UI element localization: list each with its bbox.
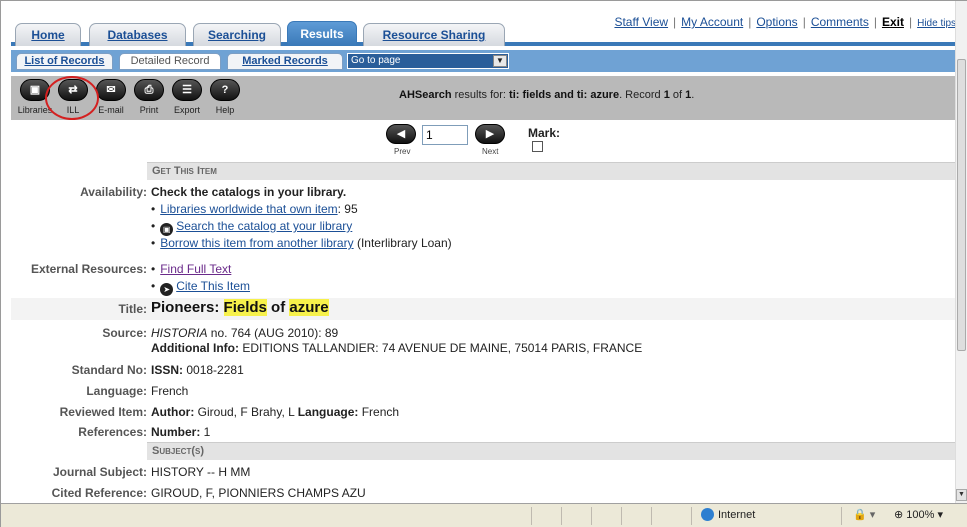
subtab-marked-records[interactable]: Marked Records: [227, 53, 343, 70]
results-summary: AHSearch results for: ti: fields and ti:…: [399, 89, 695, 101]
cite-item-link[interactable]: Cite This Item: [176, 279, 250, 293]
comments-link[interactable]: Comments: [811, 15, 869, 29]
zoom-icon: ⊕: [894, 509, 904, 521]
top-links: Staff View | My Account | Options | Comments | E…: [614, 15, 956, 29]
export-icon: ☰: [172, 79, 202, 101]
tab-searching[interactable]: Searching: [193, 23, 281, 46]
title-row: Title: Pioneers: Fields of azure: [11, 298, 955, 320]
security-zone: Internet: [701, 508, 755, 521]
sub-nav-bar: List of Records Detailed Record Marked R…: [11, 50, 955, 72]
prev-button[interactable]: ◀: [386, 124, 416, 144]
mark-checkbox[interactable]: [532, 141, 543, 152]
mark-record: Mark:: [528, 126, 560, 154]
subjects-heading: Subject(s): [147, 442, 955, 460]
tab-resource-sharing[interactable]: Resource Sharing: [363, 23, 505, 46]
libraries-worldwide-link[interactable]: Libraries worldwide that own item: [160, 202, 337, 216]
chevron-down-icon: ▼: [493, 55, 507, 67]
tab-databases[interactable]: Databases: [89, 23, 186, 46]
help-icon: ?: [210, 79, 240, 101]
arrow-right-icon: ➤: [160, 283, 174, 296]
my-account-link[interactable]: My Account: [681, 15, 743, 29]
go-to-page-value: Go to page: [351, 55, 401, 66]
status-bar: Internet 🔒 ▾ ⊕ 100% ▾: [1, 503, 967, 527]
borrow-item-link[interactable]: Borrow this item from another library: [160, 236, 353, 250]
email-icon: ✉: [96, 79, 126, 101]
options-link[interactable]: Options: [756, 15, 797, 29]
page-number-input[interactable]: [422, 125, 468, 145]
annotation-circle: [45, 76, 99, 120]
tab-home[interactable]: Home: [15, 23, 81, 46]
protected-mode-icon[interactable]: 🔒 ▾: [853, 508, 875, 521]
scroll-down-icon[interactable]: ▼: [956, 489, 967, 501]
scrollbar-thumb[interactable]: [957, 59, 966, 351]
record-title: Pioneers: Fields of azure: [151, 299, 329, 316]
find-full-text-link[interactable]: Find Full Text: [160, 262, 231, 276]
record-content: ◀ Prev ▶ Next Mark: Get This Item Availa…: [11, 120, 955, 501]
zoom-control[interactable]: ⊕ 100% ▾: [894, 508, 943, 521]
browser-frame: Home Databases Searching Results Resourc…: [0, 0, 967, 527]
print-icon: ⎙: [134, 79, 164, 101]
next-button[interactable]: ▶: [475, 124, 505, 144]
get-this-item-heading: Get This Item: [147, 162, 955, 180]
vertical-scrollbar[interactable]: ▼: [955, 1, 967, 503]
subtab-detailed-record[interactable]: Detailed Record: [119, 53, 221, 70]
search-catalog-link[interactable]: Search the catalog at your library: [176, 219, 352, 233]
go-to-page-select[interactable]: Go to page ▼: [347, 53, 509, 69]
record-toolbar: ▣ Libraries ⇄ ILL ✉ E-mail ⎙ Print ☰ Exp…: [11, 76, 955, 120]
print-button[interactable]: ⎙ Print: [129, 79, 169, 115]
export-button[interactable]: ☰ Export: [167, 79, 207, 115]
library-icon: ▣: [160, 223, 174, 236]
globe-icon: [701, 508, 714, 521]
subtab-list-of-records[interactable]: List of Records: [16, 53, 113, 70]
staff-view-link[interactable]: Staff View: [614, 15, 668, 29]
exit-link[interactable]: Exit: [882, 15, 904, 29]
tab-results[interactable]: Results: [287, 21, 357, 46]
help-button[interactable]: ? Help: [205, 79, 245, 115]
hide-tips-link[interactable]: Hide tips: [917, 18, 956, 29]
